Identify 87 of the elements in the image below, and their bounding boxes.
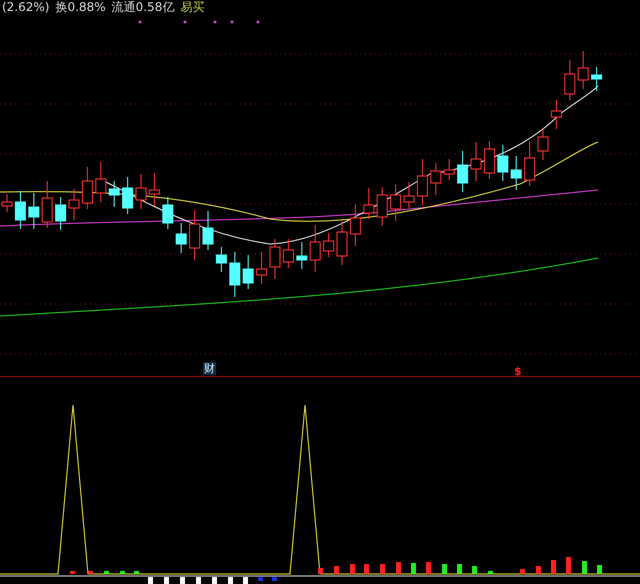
falling-candle <box>122 176 134 214</box>
indicator-bar <box>551 560 556 574</box>
indicator-bar <box>536 566 541 574</box>
falling-candle <box>55 196 66 230</box>
rising-candle <box>256 252 268 284</box>
indicator-bar <box>228 577 233 584</box>
rising-candle <box>404 182 414 208</box>
dollar-marker: $ <box>513 365 523 378</box>
falling-candle <box>108 180 120 208</box>
falling-candle <box>216 246 227 272</box>
indicator-bar <box>488 571 493 574</box>
indicator-bar <box>212 577 217 584</box>
indicator-bar <box>164 577 169 584</box>
signal-dot-icon <box>138 20 142 24</box>
falling-candle <box>28 192 40 230</box>
indicator-bar <box>334 566 339 574</box>
indicator-bar <box>318 568 323 574</box>
rising-candle <box>42 180 53 228</box>
rising-candle <box>444 158 455 180</box>
falling-candle <box>229 252 240 298</box>
indicator-bar <box>120 571 125 574</box>
indicator-bar <box>457 564 462 574</box>
rising-candle <box>136 174 146 210</box>
signal-dot-icon <box>184 20 186 24</box>
indicator-bar <box>134 571 139 574</box>
indicator-bar <box>148 577 153 584</box>
stock-stat-text: 流通0.58亿 <box>112 0 174 14</box>
falling-candle <box>510 156 522 190</box>
indicator-bar <box>582 561 587 574</box>
falling-candle <box>14 190 26 230</box>
rising-candle <box>323 232 334 258</box>
indicator-bar <box>243 577 248 584</box>
signal-dot-icon <box>214 20 216 24</box>
indicator-bar <box>272 577 277 581</box>
rising-candle <box>550 100 562 130</box>
falling-candle <box>591 66 602 92</box>
rising-candle <box>350 204 361 246</box>
falling-candle <box>162 196 174 230</box>
rising-candle <box>524 140 536 186</box>
indicator-bar <box>180 577 185 584</box>
finance-marker: 财 <box>203 362 216 375</box>
signal-dot-icon <box>256 20 260 24</box>
rising-candle <box>416 158 428 206</box>
rising-candle <box>538 128 548 160</box>
stock-stat-text: 换0.88% <box>55 0 106 14</box>
rising-candle <box>189 210 200 260</box>
rising-candle <box>470 142 482 182</box>
falling-candle <box>202 210 214 250</box>
falling-candle <box>457 150 468 192</box>
indicator-bar <box>411 563 416 574</box>
rising-candle <box>578 50 589 90</box>
stock-stat-text: (2.62%) <box>2 0 50 14</box>
rising-candle <box>363 188 374 220</box>
rising-candle <box>376 186 388 226</box>
rising-candle <box>270 238 280 280</box>
indicator-bar <box>380 564 385 574</box>
falling-candle <box>242 254 254 290</box>
indicator-bar <box>520 569 525 574</box>
indicator-bar <box>472 566 477 574</box>
indicator-bar <box>566 557 571 574</box>
indicator-bar <box>104 571 109 574</box>
rising-candle <box>430 162 442 196</box>
indicator-bar <box>70 571 75 574</box>
indicator-bar <box>350 564 355 574</box>
falling-candle <box>296 242 308 270</box>
rising-candle <box>310 224 321 272</box>
rising-candle <box>68 188 80 220</box>
rising-candle <box>148 172 160 206</box>
rising-candle <box>390 184 402 222</box>
signal-text: 易买 <box>180 0 204 14</box>
rising-candle <box>336 220 348 266</box>
rising-candle <box>484 140 495 180</box>
falling-candle <box>497 144 508 182</box>
indicator-bar <box>364 564 369 574</box>
indicator-bar <box>196 577 201 584</box>
rising-candle <box>564 60 576 100</box>
indicator-bar <box>426 562 431 574</box>
indicator-bar <box>442 564 447 574</box>
indicator-bar <box>396 562 401 574</box>
indicator-bar <box>597 565 602 574</box>
rising-candle <box>95 162 106 202</box>
signal-dot-icon <box>230 20 234 24</box>
rising-candle <box>82 166 93 210</box>
falling-candle <box>176 222 187 254</box>
rising-candle <box>282 238 294 268</box>
indicator-bar <box>258 577 263 581</box>
indicator-bar <box>88 571 93 574</box>
